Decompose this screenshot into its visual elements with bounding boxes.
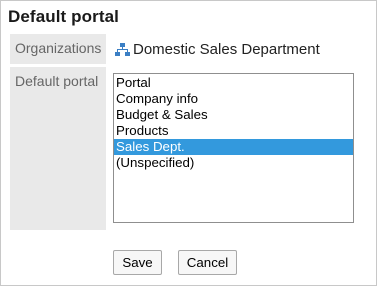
portal-option[interactable]: Company info: [114, 91, 353, 107]
cancel-button[interactable]: Cancel: [178, 250, 237, 275]
default-portal-panel: Default portal Organizations Domestic Sa…: [0, 0, 377, 286]
organizations-label: Organizations: [15, 40, 102, 56]
page-title: Default portal: [8, 7, 119, 26]
portal-option[interactable]: (Unspecified): [114, 155, 353, 171]
portal-option[interactable]: Budget & Sales: [114, 107, 353, 123]
organizations-label-cell: Organizations: [10, 34, 106, 64]
organization-value: Domestic Sales Department: [115, 41, 320, 58]
org-chart-icon: [115, 42, 130, 56]
default-portal-listbox[interactable]: Portal Company info Budget & Sales Produ…: [113, 73, 354, 223]
default-portal-label-cell: Default portal: [10, 67, 106, 230]
default-portal-label: Default portal: [15, 73, 99, 89]
organization-name: Domestic Sales Department: [133, 41, 320, 58]
portal-option[interactable]: Products: [114, 123, 353, 139]
save-button[interactable]: Save: [113, 250, 162, 275]
portal-option[interactable]: Portal: [114, 75, 353, 91]
portal-option-selected[interactable]: Sales Dept.: [114, 139, 353, 155]
